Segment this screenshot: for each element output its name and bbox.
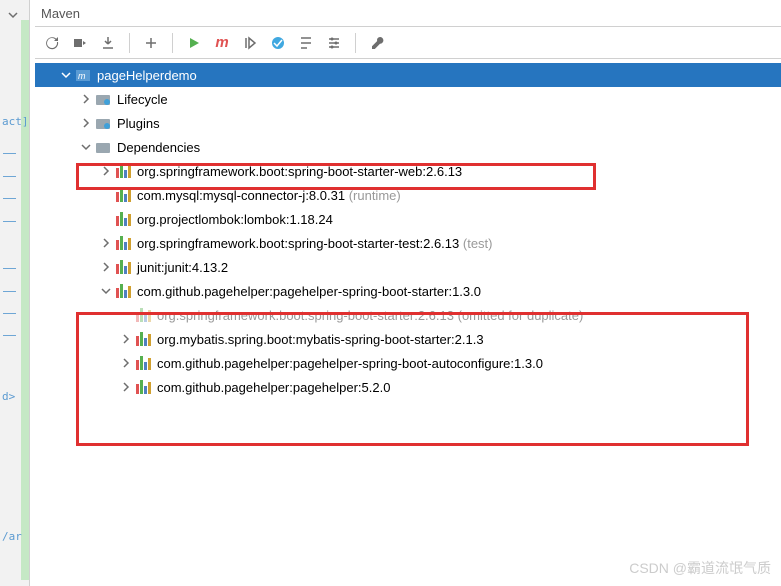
chevron-right-icon[interactable] — [99, 164, 113, 178]
gutter-label: d> — [2, 390, 15, 403]
dependency-item[interactable]: org.mybatis.spring.boot:mybatis-spring-b… — [35, 327, 781, 351]
library-icon — [115, 284, 131, 298]
dependency-item[interactable]: junit:junit:4.13.2 — [35, 255, 781, 279]
chevron-right-icon[interactable] — [59, 68, 73, 82]
tree-label: junit:junit:4.13.2 — [137, 260, 228, 275]
refresh-icon[interactable] — [41, 32, 63, 54]
maven-project-icon: m — [75, 67, 91, 83]
download-icon[interactable] — [97, 32, 119, 54]
dependency-item[interactable]: org.projectlombok:lombok:1.18.24 — [35, 207, 781, 231]
skip-tests-icon[interactable] — [239, 32, 261, 54]
chevron-down-icon[interactable] — [8, 8, 18, 23]
tree-label: org.springframework.boot:spring-boot-sta… — [137, 236, 459, 251]
library-icon — [135, 332, 151, 346]
chevron-right-icon[interactable] — [119, 356, 133, 370]
folder-icon — [95, 115, 111, 131]
tree-label: com.github.pagehelper:pagehelper:5.2.0 — [157, 380, 390, 395]
tree-label: org.mybatis.spring.boot:mybatis-spring-b… — [157, 332, 484, 347]
left-gutter: act] d> /ar — — — — — — — — — [0, 0, 30, 586]
tree-dependencies[interactable]: Dependencies — [35, 135, 781, 159]
library-icon — [115, 212, 131, 226]
collapse-all-icon[interactable] — [295, 32, 317, 54]
svg-text:m: m — [78, 71, 86, 81]
generate-sources-icon[interactable] — [69, 32, 91, 54]
tree-label: org.springframework.boot:spring-boot-sta… — [137, 164, 462, 179]
tree-label: Dependencies — [117, 140, 200, 155]
chevron-right-icon[interactable] — [79, 116, 93, 130]
folder-icon — [95, 139, 111, 155]
watermark: CSDN @霸道流氓气质 — [629, 558, 771, 578]
library-icon — [115, 188, 131, 202]
show-settings-icon[interactable] — [323, 32, 345, 54]
tree-label: org.projectlombok:lombok:1.18.24 — [137, 212, 333, 227]
dependency-item[interactable]: org.springframework.boot:spring-boot-sta… — [35, 303, 781, 327]
chevron-right-icon[interactable] — [79, 140, 93, 154]
chevron-right-icon[interactable] — [99, 236, 113, 250]
scope-label: (test) — [463, 236, 493, 251]
add-icon[interactable] — [140, 32, 162, 54]
library-icon — [115, 260, 131, 274]
tree-label: Plugins — [117, 116, 160, 131]
toolbar: m — [35, 27, 781, 59]
gutter-label: /ar — [2, 530, 22, 543]
dependency-item[interactable]: org.springframework.boot:spring-boot-sta… — [35, 159, 781, 183]
dependency-item[interactable]: org.springframework.boot:spring-boot-sta… — [35, 231, 781, 255]
gutter-label: act] — [2, 115, 29, 128]
tree-label: org.springframework.boot:spring-boot-sta… — [157, 308, 454, 323]
chevron-right-icon[interactable] — [79, 92, 93, 106]
scope-label: (omitted for duplicate) — [458, 308, 584, 323]
tree-label: com.github.pagehelper:pagehelper-spring-… — [157, 356, 543, 371]
chevron-right-icon[interactable] — [119, 380, 133, 394]
tree-root[interactable]: m pageHelperdemo — [35, 63, 781, 87]
dependency-item[interactable]: com.github.pagehelper:pagehelper-spring-… — [35, 351, 781, 375]
tree-label: pageHelperdemo — [97, 68, 197, 83]
scope-label: (runtime) — [349, 188, 401, 203]
folder-icon — [95, 91, 111, 107]
chevron-right-icon[interactable] — [99, 260, 113, 274]
dependency-item[interactable]: com.github.pagehelper:pagehelper-spring-… — [35, 279, 781, 303]
library-icon — [115, 164, 131, 178]
library-icon — [135, 308, 151, 322]
tree-lifecycle[interactable]: Lifecycle — [35, 87, 781, 111]
offline-icon[interactable] — [267, 32, 289, 54]
tree-label: com.github.pagehelper:pagehelper-spring-… — [137, 284, 481, 299]
run-icon[interactable] — [183, 32, 205, 54]
maven-m-icon[interactable]: m — [211, 32, 233, 54]
dependency-item[interactable]: com.github.pagehelper:pagehelper:5.2.0 — [35, 375, 781, 399]
maven-tree: m pageHelperdemo Lifecycle Plugins Depen… — [35, 59, 781, 403]
chevron-right-icon[interactable] — [119, 332, 133, 346]
chevron-right-icon[interactable] — [99, 284, 113, 298]
wrench-icon[interactable] — [366, 32, 388, 54]
panel-title: Maven — [35, 0, 781, 27]
library-icon — [135, 380, 151, 394]
dependency-item[interactable]: com.mysql:mysql-connector-j:8.0.31 (runt… — [35, 183, 781, 207]
library-icon — [135, 356, 151, 370]
library-icon — [115, 236, 131, 250]
tree-label: com.mysql:mysql-connector-j:8.0.31 — [137, 188, 345, 203]
tree-label: Lifecycle — [117, 92, 168, 107]
tree-plugins[interactable]: Plugins — [35, 111, 781, 135]
